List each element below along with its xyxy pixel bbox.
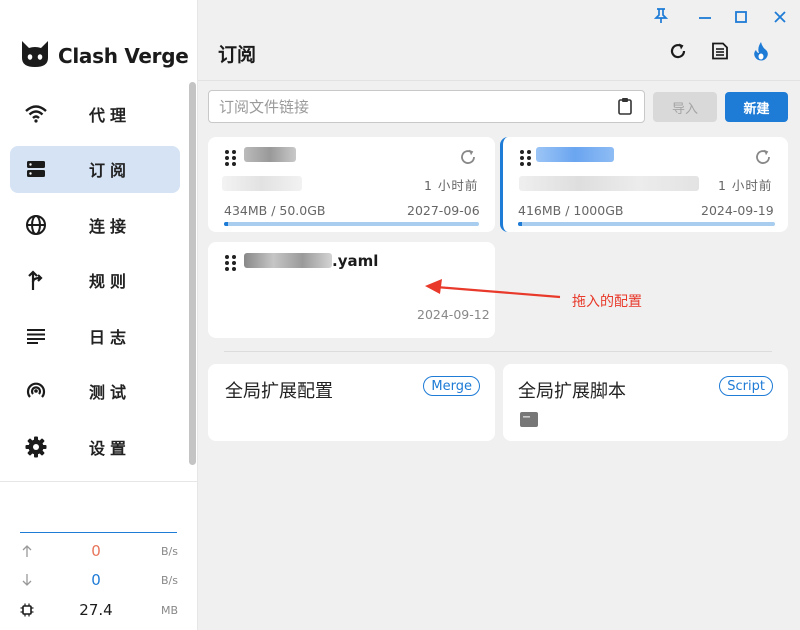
annotation-label: 拖入的配置 <box>572 294 642 310</box>
clipboard-icon[interactable] <box>618 97 632 119</box>
subscription-url-field[interactable] <box>208 90 645 123</box>
subscription-card[interactable]: 1 小时前 416MB / 1000GB 2024-09-19 <box>500 137 788 232</box>
download-unit: B/s <box>161 573 178 587</box>
download-stat: 0 B/s <box>18 570 178 590</box>
sidebar-item-test[interactable]: 测试 <box>10 368 180 415</box>
minimize-icon <box>698 9 712 28</box>
profile-date: 2024-09-12 <box>417 307 490 322</box>
profile-url-blurred <box>519 176 699 191</box>
new-button[interactable]: 新建 <box>725 92 788 122</box>
drag-handle-icon[interactable] <box>225 150 236 166</box>
merge-tag: Merge <box>423 376 480 396</box>
javascript-file-icon[interactable] <box>520 412 538 431</box>
drag-handle-icon[interactable] <box>520 150 531 166</box>
import-button[interactable]: 导入 <box>653 92 717 122</box>
profile-name-blurred <box>244 253 332 268</box>
memory-unit: MB <box>160 603 178 617</box>
arrow-down-icon <box>18 574 36 586</box>
minimize-button[interactable] <box>695 8 715 28</box>
sidebar-item-label: 代理 <box>89 105 132 125</box>
global-script-card[interactable]: 全局扩展脚本 Script <box>503 364 788 441</box>
script-tag: Script <box>719 376 773 396</box>
view-log-button[interactable] <box>709 42 731 64</box>
header-divider <box>198 80 800 81</box>
traffic-progress-bar <box>518 222 775 226</box>
profile-url-blurred <box>222 176 302 191</box>
update-time: 1 小时前 <box>718 178 773 193</box>
traffic-progress-bar <box>224 222 479 226</box>
divider <box>0 481 198 482</box>
drag-handle-icon[interactable] <box>225 255 236 271</box>
document-icon <box>711 42 729 64</box>
wifi-icon <box>24 102 48 126</box>
global-merge-card[interactable]: 全局扩展配置 Merge <box>208 364 495 441</box>
reactivate-button[interactable] <box>750 42 772 64</box>
globe-icon <box>24 213 48 237</box>
sidebar-scrollbar[interactable] <box>189 82 196 465</box>
sidebar-nav: 代理 订阅 连接 规则 日志 测试 设置 <box>10 90 180 479</box>
sidebar-item-logs[interactable]: 日志 <box>10 312 180 359</box>
upload-stat: 0 B/s <box>18 541 178 561</box>
sidebar: Clash Verge 代理 订阅 连接 规则 日志 测试 设置 0 B/s 0… <box>0 0 198 630</box>
refresh-profile-button[interactable] <box>753 149 773 169</box>
page-title: 订阅 <box>218 44 257 66</box>
download-speed: 0 <box>91 571 101 589</box>
sidebar-item-label: 订阅 <box>89 161 132 180</box>
expire-date: 2024-09-19 <box>701 203 774 218</box>
extension-title: 全局扩展脚本 <box>518 381 626 402</box>
gear-icon <box>24 435 48 459</box>
profile-name-blurred <box>244 147 296 162</box>
flame-icon <box>753 41 769 65</box>
pin-icon <box>653 8 669 28</box>
pin-button[interactable] <box>651 8 671 28</box>
upload-speed: 0 <box>91 542 101 560</box>
radar-icon <box>24 379 48 403</box>
expire-date: 2027-09-06 <box>407 203 480 218</box>
extension-title: 全局扩展配置 <box>225 381 333 402</box>
sidebar-item-label: 规则 <box>89 272 132 291</box>
sidebar-item-proxy[interactable]: 代理 <box>10 90 180 137</box>
refresh-icon <box>754 148 772 170</box>
upload-unit: B/s <box>161 544 178 558</box>
sidebar-item-label: 连接 <box>89 216 132 236</box>
sidebar-item-subscriptions[interactable]: 订阅 <box>10 145 180 193</box>
subscription-url-input[interactable] <box>219 97 609 116</box>
app-logo: Clash Verge <box>20 40 189 72</box>
profile-name-blurred <box>536 147 614 162</box>
sidebar-item-label: 测试 <box>89 383 132 402</box>
list-icon <box>24 324 48 348</box>
section-divider <box>224 351 772 352</box>
memory-stat: 27.4 MB <box>18 600 178 620</box>
refresh-profile-button[interactable] <box>458 149 478 169</box>
server-icon <box>24 157 48 181</box>
maximize-button[interactable] <box>731 8 751 28</box>
memory-usage: 27.4 <box>79 601 113 619</box>
traffic-usage: 416MB / 1000GB <box>518 203 624 218</box>
sidebar-item-label: 日志 <box>89 327 132 347</box>
sidebar-item-settings[interactable]: 设置 <box>10 423 180 470</box>
arrow-up-icon <box>18 545 36 557</box>
annotation-arrow-icon <box>425 279 561 299</box>
traffic-graph-line <box>20 532 177 533</box>
sidebar-item-rules[interactable]: 规则 <box>10 257 180 304</box>
refresh-icon <box>669 42 687 64</box>
sidebar-item-label: 设置 <box>89 438 132 458</box>
refresh-all-button[interactable] <box>667 42 689 64</box>
app-name: Clash Verge <box>58 44 189 68</box>
subscription-card[interactable]: 1 小时前 434MB / 50.0GB 2027-09-06 <box>208 137 495 232</box>
traffic-usage: 434MB / 50.0GB <box>224 203 326 218</box>
sidebar-item-connections[interactable]: 连接 <box>10 201 180 248</box>
close-icon <box>773 9 787 28</box>
close-button[interactable] <box>770 8 790 28</box>
profile-file-extension: .yaml <box>332 252 379 270</box>
refresh-icon <box>459 148 477 170</box>
fork-icon <box>24 268 48 292</box>
update-time: 1 小时前 <box>424 178 479 193</box>
maximize-icon <box>734 9 748 28</box>
cat-logo-icon <box>20 40 50 72</box>
memory-icon <box>18 603 36 617</box>
